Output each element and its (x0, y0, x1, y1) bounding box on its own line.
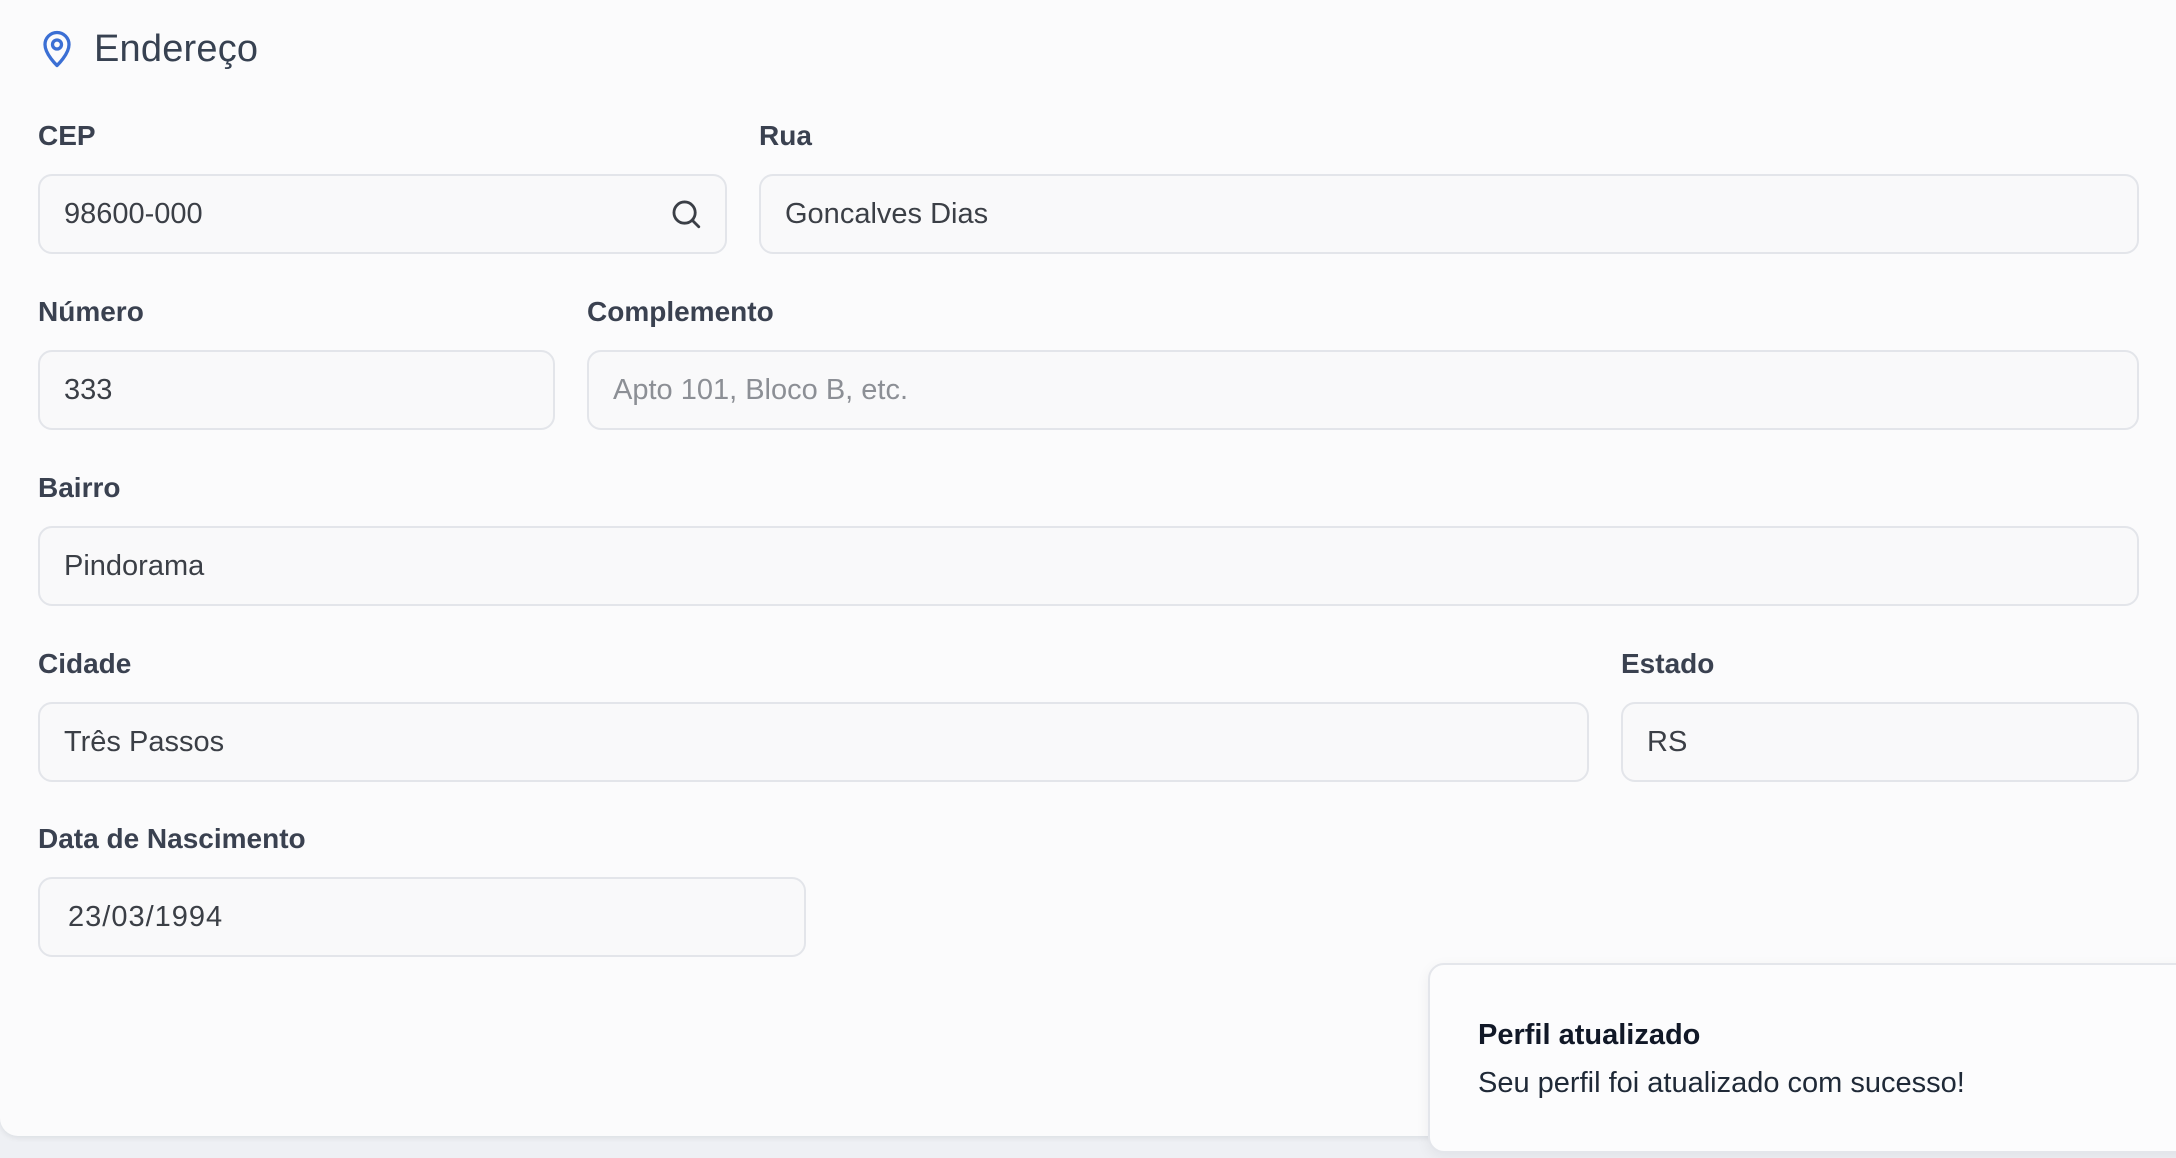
cidade-label: Cidade (38, 648, 132, 679)
cidade-input[interactable]: Três Passos (38, 702, 1589, 782)
cep-input[interactable]: 98600-000 (38, 174, 727, 254)
bairro-label: Bairro (38, 472, 121, 503)
complemento-label: Complemento (587, 296, 774, 327)
search-icon[interactable] (669, 197, 703, 231)
numero-input[interactable]: 333 (38, 350, 555, 430)
toast-message: Seu perfil foi atualizado com sucesso! (1478, 1067, 1965, 1099)
data-nascimento-label: Data de Nascimento (38, 823, 306, 854)
bairro-value: Pindorama (64, 549, 205, 582)
estado-label: Estado (1621, 648, 1715, 679)
rua-value: Goncalves Dias (785, 197, 989, 230)
toast-title: Perfil atualizado (1478, 1019, 1701, 1051)
estado-input[interactable]: RS (1621, 702, 2139, 782)
complemento-placeholder: Apto 101, Bloco B, etc. (613, 373, 909, 406)
map-pin-icon (43, 30, 71, 68)
cidade-value: Três Passos (64, 725, 225, 758)
section-header: Endereço (38, 26, 258, 72)
rua-label: Rua (759, 120, 812, 151)
rua-input[interactable]: Goncalves Dias (759, 174, 2139, 254)
data-nascimento-value: 23/03/1994 (68, 900, 224, 933)
numero-label: Número (38, 296, 144, 327)
section-title: Endereço (94, 27, 259, 70)
cep-label: CEP (38, 120, 96, 151)
success-toast[interactable]: Perfil atualizado Seu perfil foi atualiz… (1428, 963, 2176, 1153)
data-nascimento-input[interactable]: 23/03/1994 (38, 877, 806, 957)
bairro-input[interactable]: Pindorama (38, 526, 2139, 606)
complemento-input[interactable]: Apto 101, Bloco B, etc. (587, 350, 2139, 430)
estado-value: RS (1647, 725, 1688, 758)
numero-value: 333 (64, 373, 113, 406)
cep-value: 98600-000 (64, 197, 203, 230)
